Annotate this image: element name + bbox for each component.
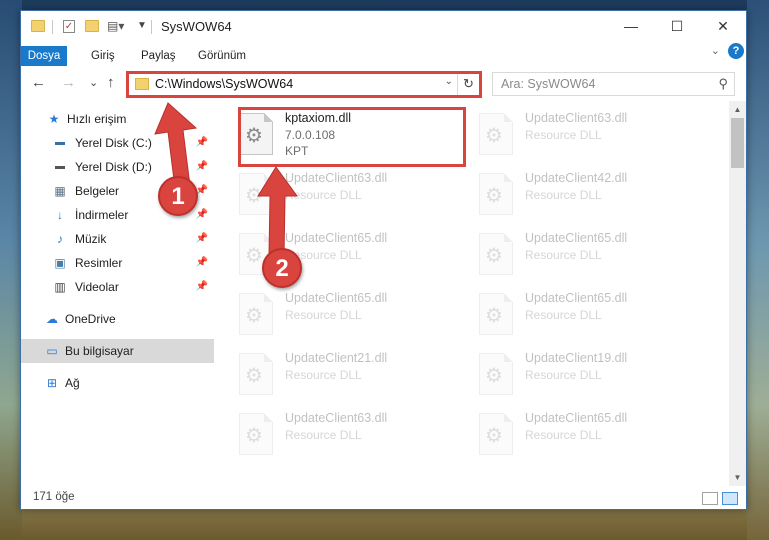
annotation-arrows	[154, 102, 298, 257]
arrow-2	[257, 166, 298, 257]
step-1-badge: 1	[158, 176, 198, 216]
step-2-badge: 2	[262, 248, 302, 288]
